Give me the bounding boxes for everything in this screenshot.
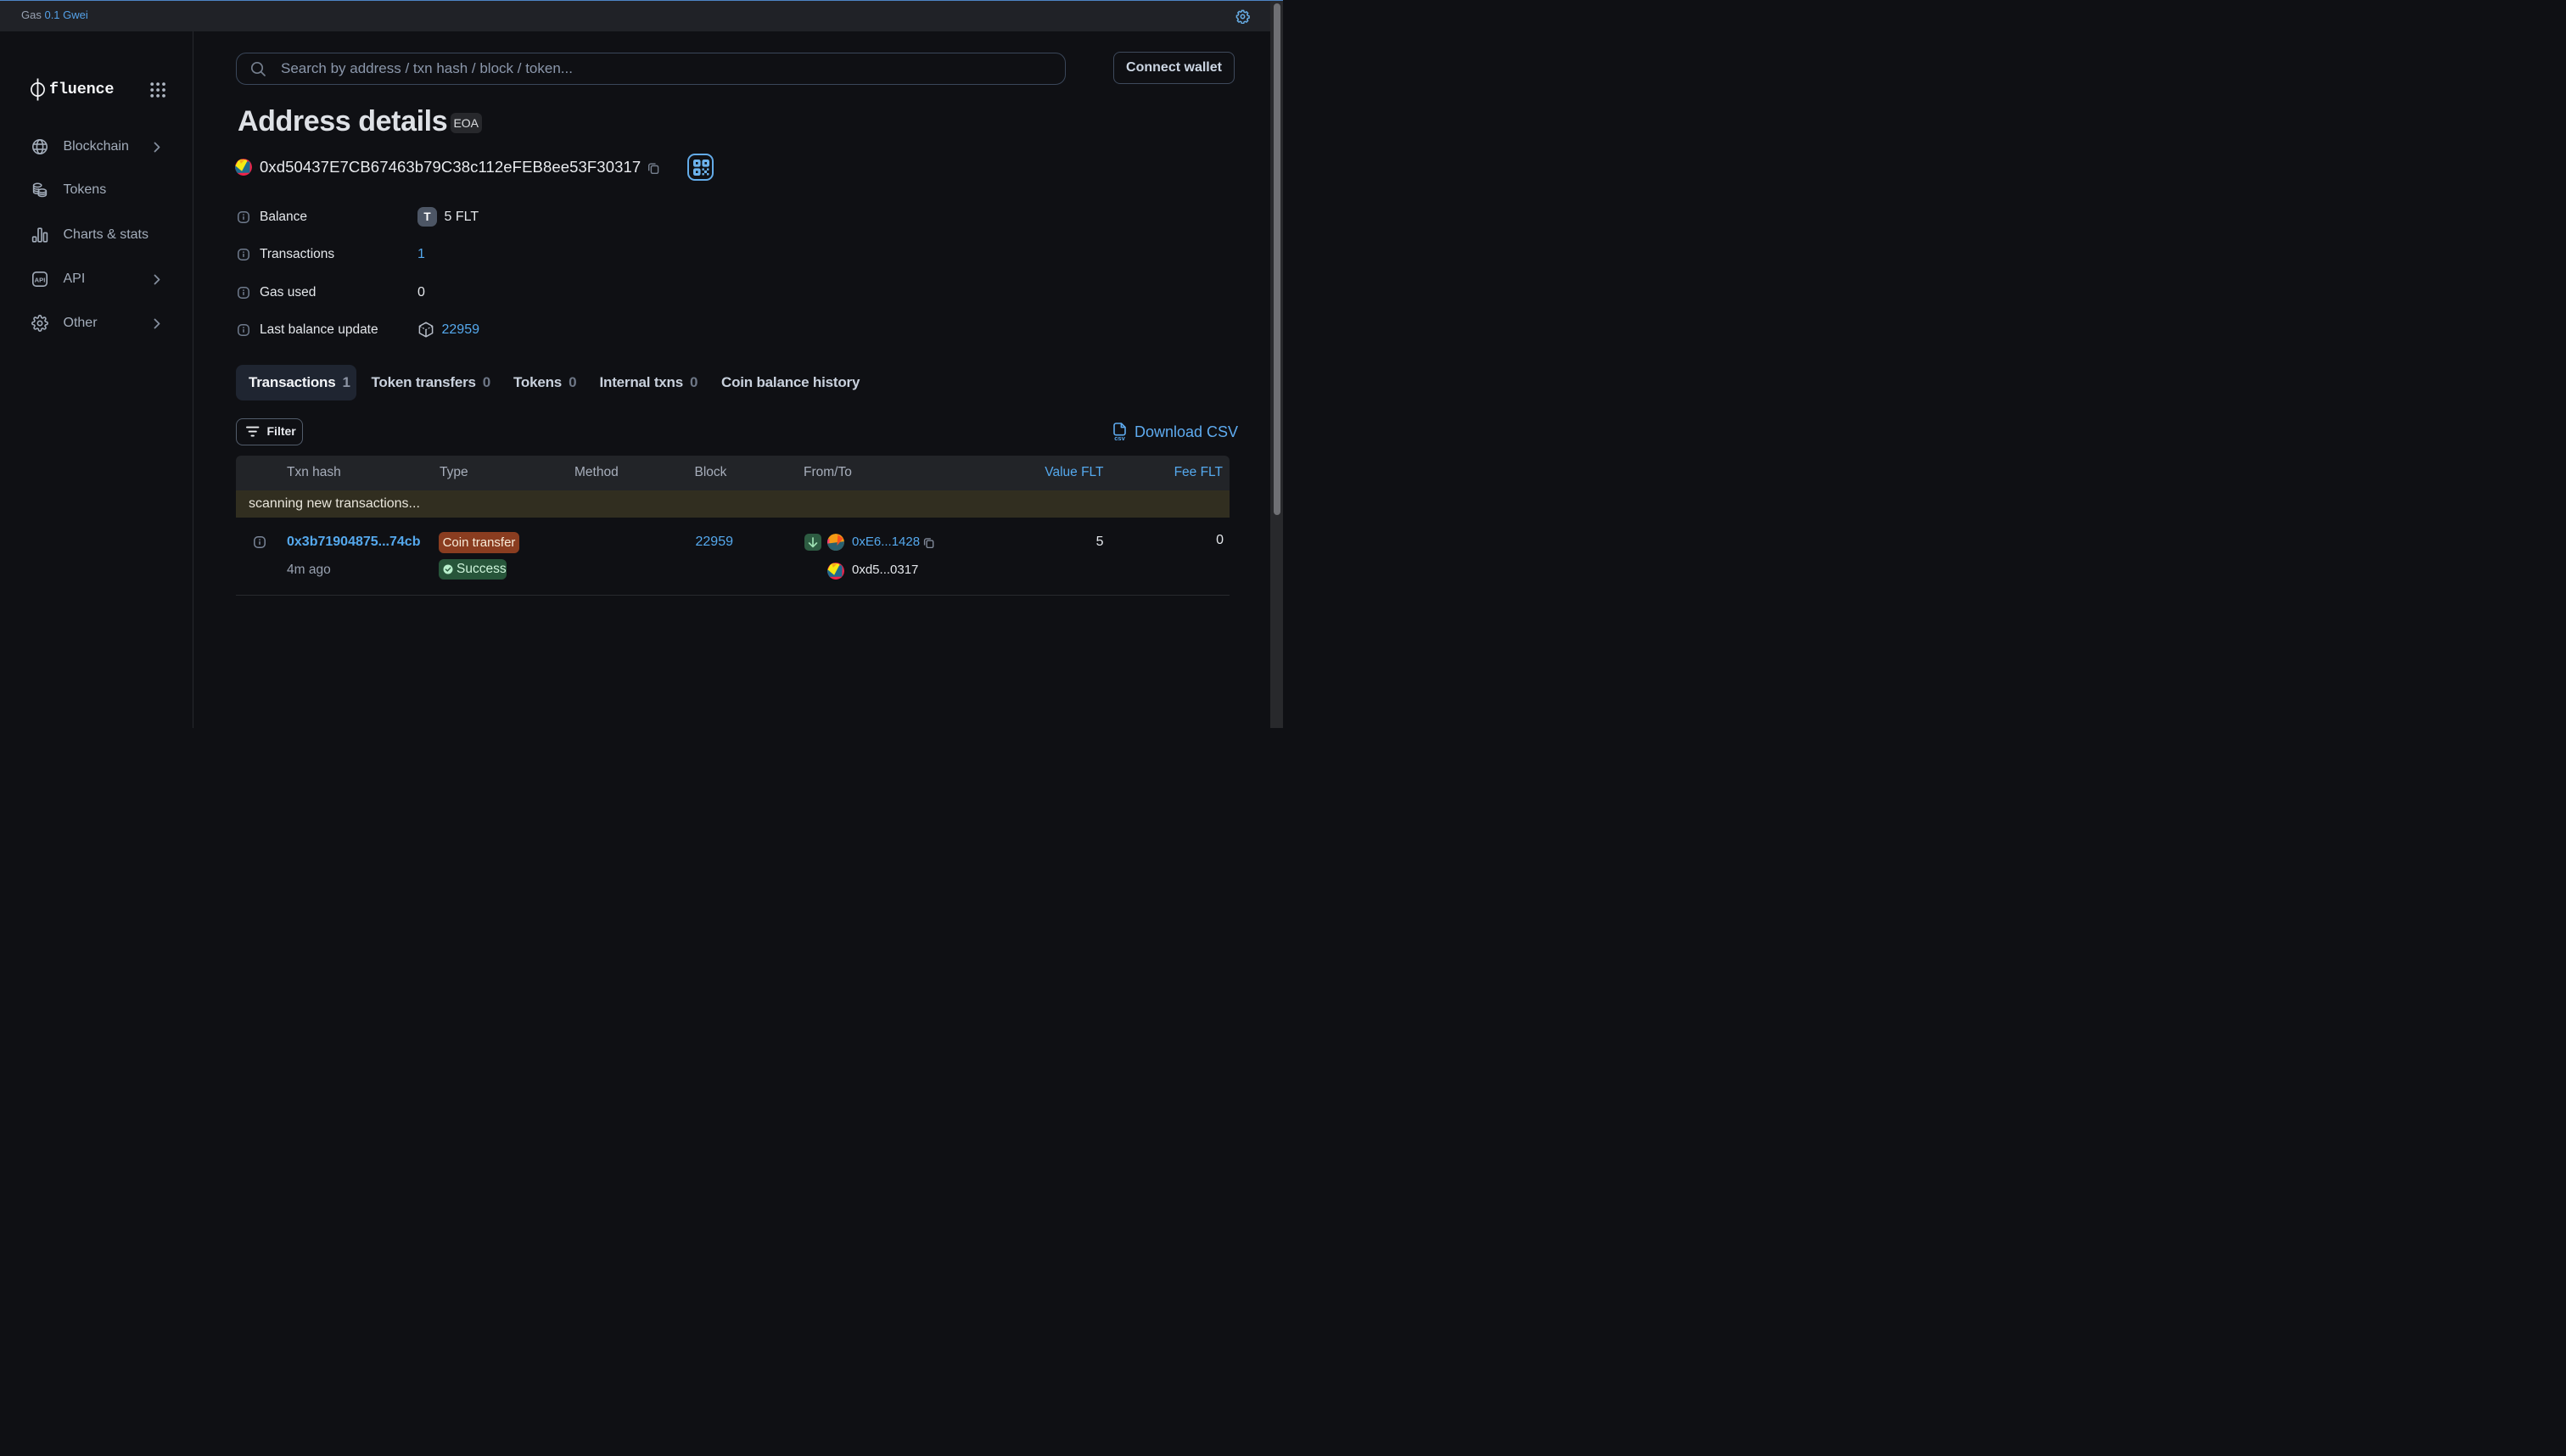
svg-text:csv: csv (1114, 434, 1125, 441)
svg-text:API: API (35, 276, 46, 283)
